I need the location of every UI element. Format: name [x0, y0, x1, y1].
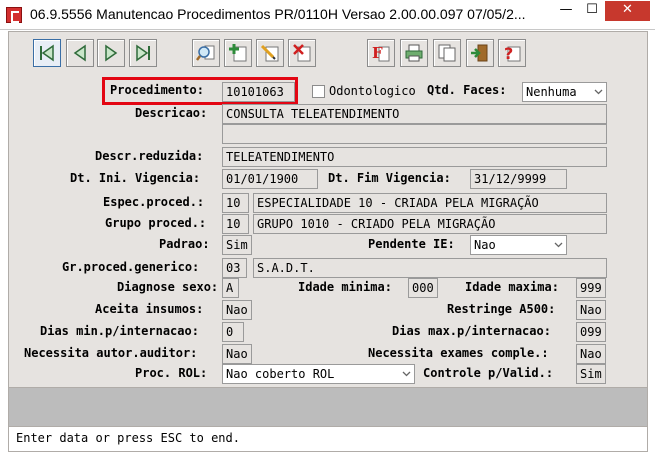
copy-button[interactable]: [433, 39, 461, 67]
edit-icon: [260, 44, 279, 62]
restringe-a500-label: Restringe A500:: [447, 302, 556, 316]
proc-rol-value: Nao coberto ROL: [226, 367, 335, 381]
gr-proced-generico-label: Gr.proced.generico:: [62, 260, 200, 274]
dt-ini-vigencia-label: Dt. Ini. Vigencia:: [70, 171, 201, 185]
dias-max-internacao-label: Dias max.p/internacao:: [392, 324, 551, 338]
descricao-field-line2[interactable]: [222, 124, 607, 144]
previous-icon: [73, 44, 86, 62]
diagnose-sexo-label: Diagnose sexo:: [117, 280, 219, 294]
espec-proced-desc-field: ESPECIALIDADE 10 - CRIADA PELA MIGRAÇÃO: [253, 193, 607, 213]
idade-minima-label: Idade minima:: [298, 280, 392, 294]
search-button[interactable]: [192, 39, 220, 67]
last-record-button[interactable]: [129, 39, 157, 67]
add-button[interactable]: [224, 39, 252, 67]
first-icon: [40, 44, 54, 62]
espec-proced-code-field[interactable]: 10: [222, 193, 249, 213]
padrao-field[interactable]: Sim: [222, 235, 252, 255]
controle-p-valid-label: Controle p/Valid.:: [423, 366, 554, 380]
gr-proced-generico-desc-field: S.A.D.T.: [253, 258, 607, 278]
filter-button[interactable]: F: [367, 39, 395, 67]
descr-reduzida-field[interactable]: TELEATENDIMENTO: [222, 147, 607, 167]
aceita-insumos-field[interactable]: Nao: [222, 300, 252, 320]
necessita-autor-auditor-label: Necessita autor.auditor:: [24, 346, 198, 360]
proc-rol-select[interactable]: Nao coberto ROL: [222, 364, 415, 384]
dt-fim-vigencia-field[interactable]: 31/12/9999: [470, 169, 567, 189]
grupo-proced-desc-field: GRUPO 1010 - CRIADO PELA MIGRAÇÃO: [253, 214, 607, 234]
qtd-faces-select[interactable]: Nenhuma: [522, 82, 607, 102]
espec-proced-label: Espec.proced.:: [103, 195, 205, 209]
odontologico-checkbox[interactable]: [312, 85, 325, 98]
descricao-field-line1[interactable]: CONSULTA TELEATENDIMENTO: [222, 104, 607, 124]
idade-maxima-label: Idade maxima:: [465, 280, 559, 294]
filter-icon: F: [372, 44, 390, 62]
next-icon: [105, 44, 118, 62]
print-button[interactable]: [400, 39, 428, 67]
help-icon: ?: [504, 44, 521, 63]
pendente-ie-value: Nao: [474, 238, 496, 252]
app-icon: [6, 7, 22, 23]
window-title: 06.9.5556 Manutencao Procedimentos PR/01…: [30, 6, 526, 22]
idade-maxima-field[interactable]: 999: [576, 278, 606, 298]
title-bar: 06.9.5556 Manutencao Procedimentos PR/01…: [0, 0, 655, 30]
idade-minima-field[interactable]: 000: [408, 278, 438, 298]
svg-text:?: ?: [504, 44, 513, 63]
next-record-button[interactable]: [97, 39, 125, 67]
qtd-faces-value: Nenhuma: [526, 85, 577, 99]
gr-proced-generico-code-field[interactable]: 03: [222, 258, 247, 278]
delete-button[interactable]: [288, 39, 316, 67]
grupo-proced-code-field[interactable]: 10: [222, 214, 249, 234]
dt-ini-vigencia-field[interactable]: 01/01/1900: [222, 169, 318, 189]
dias-min-internacao-field[interactable]: 0: [222, 322, 244, 342]
dt-fim-vigencia-label: Dt. Fim Vigencia:: [328, 171, 451, 185]
procedimento-highlight: [102, 77, 298, 105]
necessita-exames-comple-label: Necessita exames comple.:: [368, 346, 549, 360]
aceita-insumos-label: Aceita insumos:: [95, 302, 204, 316]
edit-button[interactable]: [256, 39, 284, 67]
dias-max-internacao-field[interactable]: 099: [576, 322, 606, 342]
delete-icon: [293, 44, 311, 62]
previous-record-button[interactable]: [66, 39, 94, 67]
chevron-down-icon: [554, 242, 563, 248]
chevron-down-icon: [594, 89, 603, 95]
first-record-button[interactable]: [33, 39, 61, 67]
dias-min-internacao-label: Dias min.p/internacao:: [40, 324, 199, 338]
last-icon: [136, 44, 150, 62]
status-bar: Enter data or press ESC to end.: [8, 426, 648, 452]
minimize-button[interactable]: —: [553, 1, 579, 21]
print-icon: [405, 44, 423, 62]
descricao-label: Descricao:: [135, 106, 208, 120]
svg-text:F: F: [372, 44, 383, 62]
copy-icon: [438, 44, 456, 62]
odontologico-label: Odontologico: [329, 84, 416, 98]
proc-rol-label: Proc. ROL:: [135, 366, 208, 380]
search-icon: [196, 45, 215, 61]
maximize-button[interactable]: ☐: [579, 1, 605, 21]
add-icon: [229, 44, 247, 62]
qtd-faces-label: Qtd. Faces:: [427, 83, 507, 97]
help-button[interactable]: ?: [498, 39, 526, 67]
exit-icon: [471, 44, 488, 62]
necessita-autor-auditor-field[interactable]: Nao: [222, 344, 252, 364]
chevron-down-icon: [402, 371, 411, 377]
pendente-ie-label: Pendente IE:: [368, 237, 455, 251]
padrao-label: Padrao:: [159, 237, 210, 251]
descr-reduzida-label: Descr.reduzida:: [95, 149, 204, 163]
controle-p-valid-field[interactable]: Sim: [576, 364, 606, 384]
restringe-a500-field[interactable]: Nao: [576, 300, 606, 320]
exit-button[interactable]: [466, 39, 494, 67]
close-button[interactable]: ✕: [605, 1, 650, 21]
diagnose-sexo-field[interactable]: A: [222, 278, 239, 298]
grupo-proced-label: Grupo proced.:: [105, 216, 207, 230]
message-area: [8, 388, 648, 426]
necessita-exames-comple-field[interactable]: Nao: [576, 344, 606, 364]
pendente-ie-select[interactable]: Nao: [470, 235, 567, 255]
